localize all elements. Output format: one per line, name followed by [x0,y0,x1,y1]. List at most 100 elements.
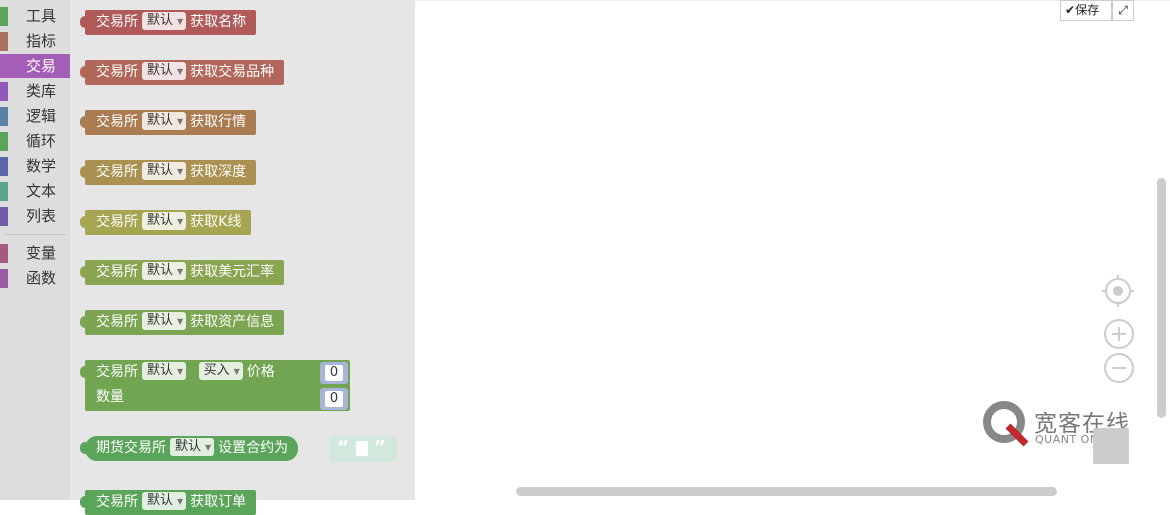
dropdown-arrow-icon: ▼ [177,217,184,226]
check-icon: ✔ [1065,3,1076,17]
block-prefix: 交易所 [96,364,138,380]
toolbox-category-10[interactable]: 函数 [0,266,70,290]
block-futures-contract[interactable]: 期货交易所 默认 ▼ 设置合约为 [79,436,299,461]
save-label: 保存 [1075,3,1100,17]
block-exchange-3[interactable]: 交易所 默认 ▼ 获取深度 [79,160,257,185]
dropdown-arrow-icon: ▼ [177,267,184,276]
category-label: 逻辑 [26,107,57,125]
exchange-dropdown-value: 默认 [147,363,174,378]
side-dropdown-value: 买入 [203,363,230,378]
exchange-dropdown[interactable]: 默认 ▼ [142,112,187,130]
exchange-dropdown[interactable]: 默认 ▼ [170,438,215,456]
block-prefix: 交易所 [96,314,138,330]
category-color-swatch [0,182,8,201]
dropdown-arrow-icon: ▼ [177,117,184,126]
toolbox-category-1[interactable]: 指标 [0,29,70,53]
category-label: 文本 [26,182,57,200]
dropdown-arrow-icon: ▼ [177,67,184,76]
block-exchange-5[interactable]: 交易所 默认 ▼ 获取美元汇率 [79,260,285,285]
block-exchange-6[interactable]: 交易所 默认 ▼ 获取资产信息 [79,310,285,335]
side-dropdown[interactable]: 买入 ▼ [198,362,243,380]
category-label: 指标 [26,32,57,50]
quantity-number-input[interactable]: 0 [320,388,348,410]
category-label: 数学 [26,157,57,175]
toolbox-category-9[interactable]: 变量 [0,241,70,265]
exchange-dropdown-value: 默认 [175,439,202,454]
exchange-dropdown[interactable]: 默认 ▼ [142,162,187,180]
category-color-swatch [0,244,8,263]
block-exchange-0[interactable]: 交易所 默认 ▼ 获取名称 [79,10,257,35]
block-order[interactable]: 交易所 默认 ▼ 买入 ▼ 价格 数量 [80,360,350,411]
exchange-dropdown[interactable]: 默认 ▼ [142,212,187,230]
exchange-dropdown[interactable]: 默认 ▼ [142,312,187,330]
toolbox-category-0[interactable]: 工具 [0,4,70,28]
dropdown-arrow-icon: ▼ [177,497,184,506]
block-action: 获取订单 [190,494,247,510]
exchange-dropdown[interactable]: 默认 ▼ [142,62,187,80]
category-color-swatch [0,57,8,76]
category-color-swatch [0,107,8,126]
exchange-dropdown-value: 默认 [147,13,174,28]
save-button[interactable]: ✔保存 [1060,0,1112,21]
category-color-swatch [0,32,8,51]
quantity-label: 数量 [96,389,124,405]
exchange-dropdown[interactable]: 默认 ▼ [142,262,187,280]
block-exchange-partial[interactable]: 交易所 默认 ▼ 获取订单 [79,490,257,515]
block-prefix: 期货交易所 [96,440,166,456]
zoom-in-icon[interactable] [1103,318,1135,350]
toolbox-category-6[interactable]: 数学 [0,154,70,178]
string-literal-block[interactable]: “” [329,436,397,462]
block-action: 获取行情 [190,114,247,130]
exchange-dropdown[interactable]: 默认 ▼ [142,492,187,510]
category-label: 交易 [26,57,57,75]
block-prefix: 交易所 [96,214,138,230]
toolbox-category-4[interactable]: 逻辑 [0,104,70,128]
recenter-icon[interactable] [1101,274,1135,308]
toolbox-category-5[interactable]: 循环 [0,129,70,153]
block-action: 获取K线 [190,214,242,230]
order-row-2: 数量 [96,385,340,410]
toolbox-category-2[interactable]: 交易 [0,54,70,78]
fullscreen-button[interactable]: ⤢ [1112,0,1134,21]
block-exchange-4[interactable]: 交易所 默认 ▼ 获取K线 [79,210,252,235]
exchange-dropdown[interactable]: 默认 ▼ [142,362,187,380]
block-prefix: 交易所 [96,164,138,180]
category-color-swatch [0,157,8,176]
price-label: 价格 [246,364,275,380]
block-exchange-2[interactable]: 交易所 默认 ▼ 获取行情 [79,110,257,135]
category-color-swatch [0,7,8,26]
toolbox-separator [4,234,66,235]
exchange-dropdown-value: 默认 [147,113,174,128]
toolbox-category-3[interactable]: 类库 [0,79,70,103]
block-prefix: 交易所 [96,494,138,510]
block-action: 获取深度 [190,164,247,180]
open-quote: “ [337,437,349,458]
dropdown-arrow-icon: ▼ [177,17,184,26]
category-label: 工具 [26,7,57,25]
category-color-swatch [0,269,8,288]
exchange-dropdown[interactable]: 默认 ▼ [142,12,187,30]
expand-icon: ⤢ [1118,3,1128,17]
category-label: 循环 [26,132,57,150]
toolbox: 工具指标交易类库逻辑循环数学文本列表变量函数 [0,0,70,500]
dropdown-arrow-icon: ▼ [177,367,184,376]
workspace-horizontal-scrollbar[interactable] [516,487,1057,496]
category-color-swatch [0,132,8,151]
exchange-dropdown-value: 默认 [147,263,174,278]
trash-icon[interactable] [1093,428,1129,464]
block-prefix: 交易所 [96,64,138,80]
category-label: 变量 [26,244,57,262]
exchange-dropdown-value: 默认 [147,493,174,508]
block-action: 获取交易品种 [190,64,275,80]
price-number-input[interactable]: 0 [320,362,348,384]
string-input[interactable] [356,441,368,456]
workspace-vertical-scrollbar[interactable] [1157,178,1166,418]
zoom-out-icon[interactable] [1103,352,1135,384]
order-row-1: 交易所 默认 ▼ 买入 ▼ 价格 [96,360,340,385]
block-action: 获取名称 [190,14,247,30]
toolbox-category-7[interactable]: 文本 [0,179,70,203]
toolbox-category-8[interactable]: 列表 [0,204,70,228]
close-quote: ” [374,437,386,458]
exchange-dropdown-value: 默认 [147,63,174,78]
block-exchange-1[interactable]: 交易所 默认 ▼ 获取交易品种 [79,60,285,85]
